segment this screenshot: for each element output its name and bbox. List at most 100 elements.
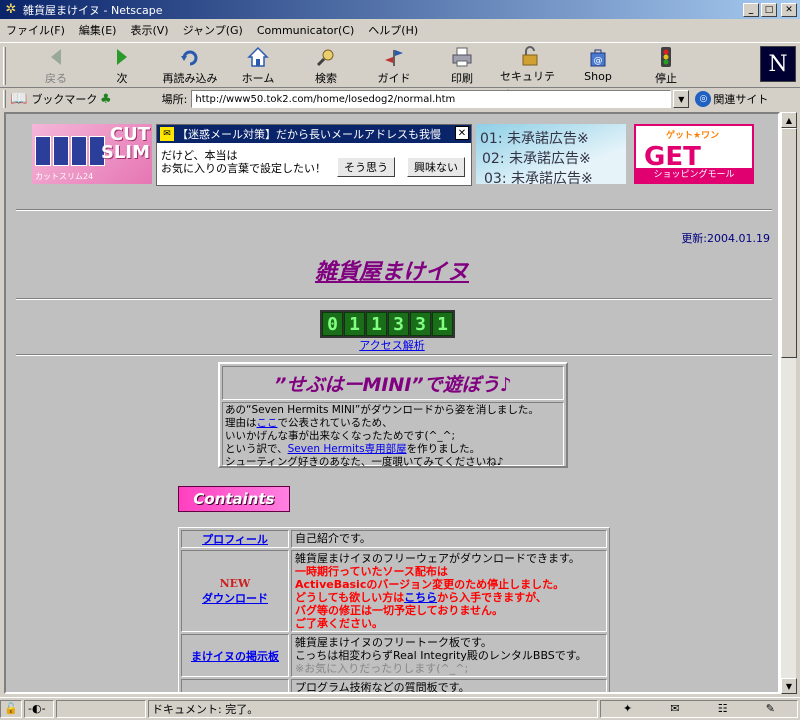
scroll-up-button[interactable]: ▲ xyxy=(781,112,797,128)
guide-icon xyxy=(383,45,405,69)
back-button[interactable]: 戻る xyxy=(26,45,86,87)
divider xyxy=(16,354,772,356)
promo-heading: ”せぶはーMINI”で遊ぼう♪ xyxy=(222,366,564,400)
menu-view[interactable]: 表示(V) xyxy=(130,22,168,38)
product-cans-image xyxy=(35,136,105,166)
cut-slim-text: CUT SLIM xyxy=(100,124,150,163)
location-grip[interactable] xyxy=(3,90,6,108)
stop-button[interactable]: 停止 xyxy=(636,45,696,87)
menu-help[interactable]: ヘルプ(H) xyxy=(368,22,418,38)
reload-button[interactable]: 再読み込み xyxy=(160,45,220,87)
scroll-thumb[interactable] xyxy=(781,128,797,358)
menu-file[interactable]: ファイル(F) xyxy=(6,22,65,38)
reload-icon xyxy=(179,45,201,69)
printer-icon xyxy=(451,45,473,69)
page-proxy-icon[interactable]: ♣ xyxy=(100,92,112,107)
warning-icon: ✉ xyxy=(160,127,174,141)
forward-arrow-icon xyxy=(111,45,133,69)
shop-button[interactable]: @ Shop xyxy=(568,45,628,87)
close-button[interactable]: ✕ xyxy=(781,2,797,17)
seven-hermits-room-link[interactable]: Seven Hermits専用部屋 xyxy=(288,443,407,455)
lock-icon xyxy=(519,45,541,67)
source-here-link[interactable]: こちら xyxy=(404,591,437,604)
counter-digit: 1 xyxy=(366,312,387,336)
seven-hermits-promo: ”せぶはーMINI”で遊ぼう♪ あの“Seven Hermits MINI”がダ… xyxy=(218,362,568,468)
url-dropdown-button[interactable]: ▼ xyxy=(673,90,690,108)
netscape-logo[interactable]: N xyxy=(760,46,796,82)
banner-header: ✉ 【迷惑メール対策】だから長いメールアドレスも我慢 ✕ xyxy=(157,125,471,143)
related-sites-button[interactable]: ◎ 関連サイト xyxy=(695,91,768,107)
component-bar: ✦ ✉ ☷ ✎ xyxy=(600,699,798,718)
agree-button[interactable]: そう思う xyxy=(337,157,395,177)
menu-go[interactable]: ジャンプ(G) xyxy=(183,22,243,38)
banner-body: だけど、本当は お気に入りの言葉で設定したい！ xyxy=(161,149,326,175)
home-button[interactable]: ホーム xyxy=(228,45,288,87)
ad-line-2: 02: 未承諾広告※ xyxy=(482,151,591,167)
table-row: まけイヌの掲示板 雑貨屋まけイヌのフリートーク板です。 こっちは相変わらずRea… xyxy=(180,633,608,678)
bbs-link[interactable]: まけイヌの掲示板 xyxy=(191,648,279,664)
reason-link[interactable]: ここ xyxy=(257,417,278,429)
table-row: プロフィール 自己紹介です。 xyxy=(180,529,608,549)
toolbar-grip[interactable] xyxy=(3,47,6,85)
counter-digit: 3 xyxy=(410,312,431,336)
shop-bag-icon: @ xyxy=(587,45,609,69)
window-title: 雑貨屋まけイヌ - Netscape xyxy=(23,3,163,17)
menu-bar: ファイル(F) 編集(E) 表示(V) ジャンプ(G) Communicator… xyxy=(0,20,800,40)
svg-text:@: @ xyxy=(594,56,603,66)
related-sites-icon: ◎ xyxy=(695,91,712,107)
vertical-scrollbar[interactable]: ▲ ▼ xyxy=(780,112,797,694)
divider xyxy=(16,298,772,300)
contents-table: プロフィール 自己紹介です。 NEW ダウンロード 雑貨屋まけイヌのフリーウェア… xyxy=(178,527,610,692)
security-button[interactable]: セキュリティ xyxy=(500,45,560,99)
updated-date: 更新:2004.01.19 xyxy=(681,232,770,245)
back-arrow-icon xyxy=(45,45,67,69)
not-interested-button[interactable]: 興味ない xyxy=(407,157,465,177)
mail-icon[interactable]: ✉ xyxy=(670,702,679,715)
get-one-banner[interactable]: ゲット★ワン GET ショッピングモール xyxy=(634,124,754,184)
netscape-app-icon[interactable]: ✲ xyxy=(3,2,19,18)
page-viewport: CUT SLIM カットスリム24 ✉ 【迷惑メール対策】だから長いメールアドレス… xyxy=(4,112,780,694)
cut-slim-small: カットスリム24 xyxy=(35,172,94,181)
menu-edit[interactable]: 編集(E) xyxy=(79,22,117,38)
scroll-down-button[interactable]: ▼ xyxy=(781,678,797,694)
banner-close-icon[interactable]: ✕ xyxy=(455,126,469,140)
guide-button[interactable]: ガイド xyxy=(364,45,424,87)
new-badge: NEW xyxy=(219,576,251,590)
maximize-button[interactable]: □ xyxy=(761,2,777,17)
forward-button[interactable]: 次 xyxy=(92,45,152,87)
menu-communicator[interactable]: Communicator(C) xyxy=(257,24,354,37)
ad-line-1: 01: 未承諾広告※ xyxy=(480,131,589,147)
download-link[interactable]: ダウンロード xyxy=(202,590,268,606)
spam-mail-banner[interactable]: ✉ 【迷惑メール対策】だから長いメールアドレスも我慢 ✕ だけど、本当は お気に… xyxy=(156,124,472,186)
promo-body: あの“Seven Hermits MINI”がダウンロードから姿を消しました。 … xyxy=(222,402,564,468)
access-analysis-link[interactable]: アクセス解析 xyxy=(6,337,778,353)
counter-digit: 1 xyxy=(344,312,365,336)
counter-digit: 0 xyxy=(322,312,343,336)
print-button[interactable]: 印刷 xyxy=(432,45,492,87)
site-title[interactable]: 雑貨屋まけイヌ xyxy=(6,254,778,286)
security-lock-icon[interactable]: 🔓 xyxy=(0,699,22,718)
location-bar: 📖 ブックマーク ♣ 場所: http://www50.tok2.com/hom… xyxy=(0,88,800,110)
get-one-caption: ゲット★ワン xyxy=(666,131,720,141)
profile-link[interactable]: プロフィール xyxy=(202,531,268,547)
bookmark-book-icon: 📖 xyxy=(10,91,28,107)
home-icon xyxy=(247,45,269,69)
location-label: 場所: xyxy=(161,93,188,106)
contents-heading-image: Containts xyxy=(178,486,290,512)
cut-slim-banner[interactable]: CUT SLIM カットスリム24 xyxy=(32,124,152,184)
navigator-icon[interactable]: ✦ xyxy=(623,702,632,715)
discussion-icon[interactable]: ☷ xyxy=(718,702,728,715)
search-button[interactable]: 検索 xyxy=(296,45,356,87)
bookmarks-button[interactable]: 📖 ブックマーク xyxy=(10,91,100,107)
unsolicited-ad-banner[interactable]: 01: 未承諾広告※ 02: 未承諾広告※ 03: 未承諾広告※ xyxy=(476,124,626,184)
shopping-mall-text: ショッピングモール xyxy=(636,168,752,182)
counter-digit: 1 xyxy=(432,312,453,336)
progress-area xyxy=(56,699,146,718)
minimize-button[interactable]: _ xyxy=(743,2,759,17)
url-field[interactable]: http://www50.tok2.com/home/losedog2/norm… xyxy=(191,90,672,108)
counter-digit: 3 xyxy=(388,312,409,336)
composer-icon[interactable]: ✎ xyxy=(766,702,775,715)
navigation-toolbar: 戻る 次 再読み込み ホーム 検索 ガイド 印刷 セキュリティ @ Shop 停… xyxy=(0,42,800,99)
status-text: ドキュメント: 完了。 xyxy=(148,699,598,718)
connection-icon: -◐- xyxy=(24,699,54,718)
